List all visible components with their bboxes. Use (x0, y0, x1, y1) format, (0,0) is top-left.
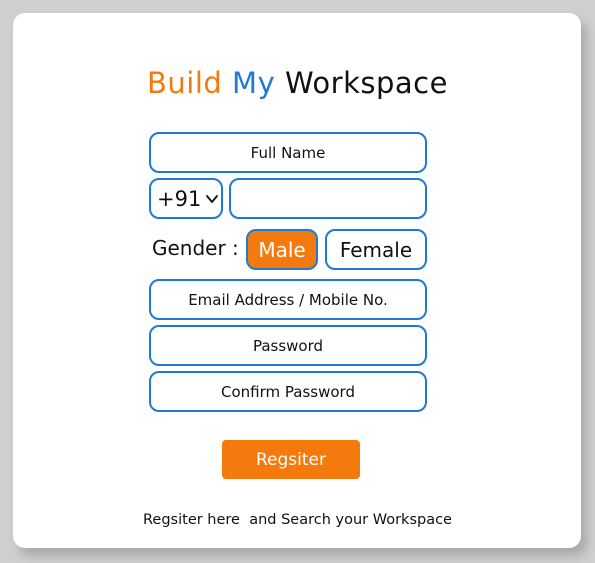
gender-option-female-label: Female (339, 237, 413, 262)
password-field[interactable] (149, 325, 427, 366)
confirm-password-field[interactable] (149, 371, 427, 412)
gender-option-female[interactable]: Female (325, 229, 427, 270)
chevron-down-icon (206, 194, 219, 203)
country-code-select[interactable]: +91 (149, 178, 223, 219)
email-mobile-field[interactable] (149, 279, 427, 320)
gender-option-male[interactable]: Male (246, 229, 318, 270)
phone-input[interactable] (231, 180, 425, 217)
page: Build My Workspace +91 Gender : Male Fem… (0, 0, 595, 563)
title-word-workspace: Workspace (284, 66, 448, 100)
gender-label: Gender : (152, 236, 239, 260)
country-code-value: +91 (157, 186, 202, 211)
phone-field[interactable] (229, 178, 427, 219)
gender-option-male-label: Male (258, 237, 306, 262)
title-word-my: My (232, 66, 276, 100)
page-title: Build My Workspace (0, 66, 595, 100)
title-word-build: Build (147, 66, 223, 100)
confirm-password-input[interactable] (151, 373, 425, 410)
email-mobile-input[interactable] (151, 281, 425, 318)
full-name-field[interactable] (149, 132, 427, 173)
password-input[interactable] (151, 327, 425, 364)
footer-text: Regsiter here and Search your Workspace (143, 512, 452, 528)
full-name-input[interactable] (151, 134, 425, 171)
register-button[interactable]: Regsiter (222, 440, 360, 479)
